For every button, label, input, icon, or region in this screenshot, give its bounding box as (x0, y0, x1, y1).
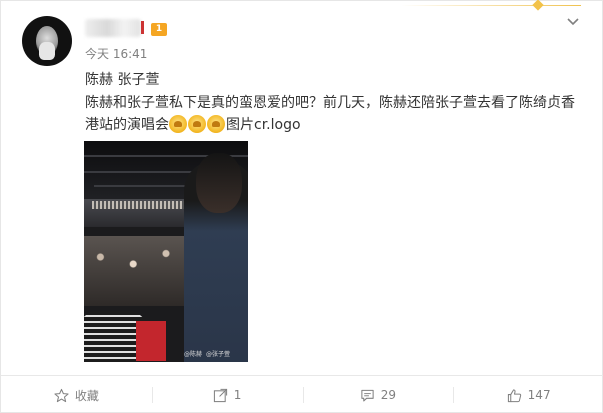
comment-icon (361, 389, 374, 401)
image-person-head (196, 153, 242, 213)
picture-link[interactable]: 图片cr.logo (226, 117, 301, 133)
thumbs-up-icon (507, 388, 521, 402)
post-text-main: 陈赫和张子萱私下是真的蛮恩爱的吧？前几天，陈赫还陪张子萱去看了陈绮贞香港站的演唱… (85, 95, 575, 133)
image-red-bag (136, 321, 166, 361)
image-watermark-right: @张子萱 (206, 351, 231, 358)
username-tail (141, 21, 144, 34)
favorite-button[interactable]: 收藏 (1, 376, 152, 413)
post-text: 陈赫和张子萱私下是真的蛮恩爱的吧？前几天，陈赫还陪张子萱去看了陈绮贞香港站的演唱… (85, 92, 585, 136)
vip-badge: 1 (151, 23, 167, 36)
action-bar: 收藏 1 29 147 (1, 376, 603, 413)
avatar-hand (39, 42, 55, 60)
post-image[interactable]: @陈赫 @张子萱 (84, 141, 248, 362)
comment-count: 29 (380, 388, 397, 402)
repost-button[interactable]: 1 (151, 376, 303, 413)
favorite-label: 收藏 (74, 388, 99, 403)
like-count: 147 (527, 388, 551, 402)
avatar[interactable] (22, 16, 72, 66)
post-time[interactable]: 今天 16:41 (85, 45, 147, 62)
top-decoration (401, 0, 603, 13)
repost-count: 1 (233, 388, 242, 402)
cheer-emoji-icon (207, 115, 225, 133)
star-icon (54, 388, 69, 402)
like-button[interactable]: 147 (453, 376, 603, 413)
comment-button[interactable]: 29 (302, 376, 454, 413)
decoration-line (401, 5, 581, 6)
username-blurred[interactable] (85, 19, 141, 37)
chevron-down-icon[interactable] (564, 13, 582, 31)
decoration-gem-icon (532, 0, 544, 11)
cheer-emoji-icon (169, 115, 187, 133)
share-icon (213, 388, 227, 402)
image-watermark-left: @陈赫 (184, 351, 203, 358)
post-title: 陈赫 张子萱 (85, 72, 160, 88)
cheer-emoji-icon (188, 115, 206, 133)
weibo-post-card: 1 今天 16:41 陈赫 张子萱 陈赫和张子萱私下是真的蛮恩爱的吧？前几天，陈… (0, 0, 603, 413)
